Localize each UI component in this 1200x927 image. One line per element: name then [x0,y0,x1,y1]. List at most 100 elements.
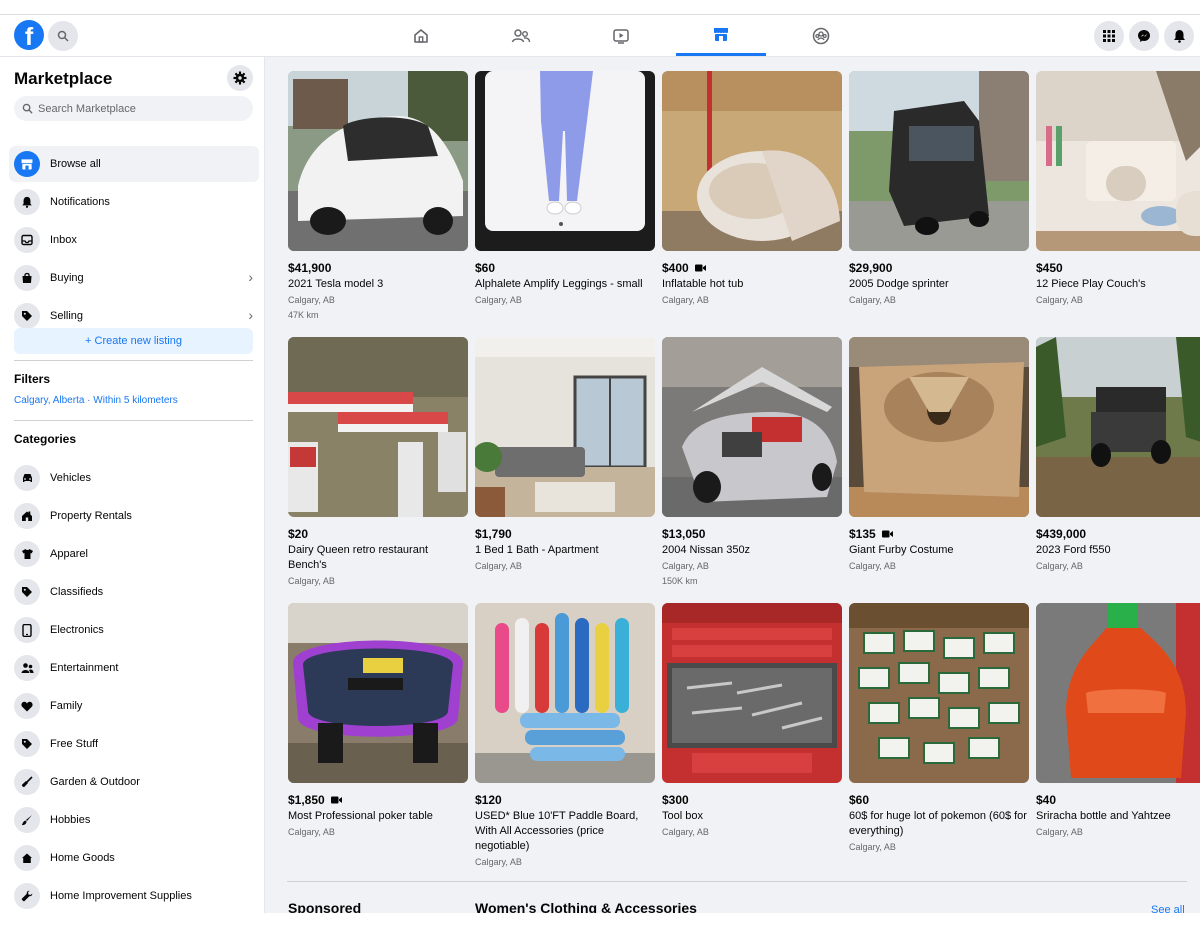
listing-card[interactable]: $60 60$ for huge lot of pokemon (60$ for… [849,603,1029,854]
listing-photo[interactable] [849,603,1029,783]
wrench-icon [14,883,40,909]
search-placeholder: Search Marketplace [38,102,136,115]
listing-photo[interactable] [849,71,1029,251]
listing-title: Sriracha bottle and Yahtzee [1036,810,1171,822]
divider [14,360,253,361]
listing-photo[interactable] [288,603,468,783]
settings-button[interactable] [227,65,253,91]
sidebar-item-label: Buying [50,272,84,284]
listing-price-text: $400 [662,261,689,275]
listing-photo[interactable] [475,603,655,783]
listing-photo[interactable] [849,337,1029,517]
listing-title: Inflatable hot tub [662,278,744,290]
listing-card[interactable]: $120 USED* Blue 10'FT Paddle Board, With… [475,603,655,869]
sidebar-item-notifications[interactable]: Notifications [9,184,259,220]
tab-home[interactable] [376,15,466,56]
tab-groups[interactable] [776,15,866,56]
listing-price-text: $120 [475,793,502,807]
category-family[interactable]: Family [9,688,259,724]
menu-button[interactable] [1094,21,1124,51]
listing-card[interactable]: $400 Inflatable hot tub Calgary, AB [662,71,842,307]
category-hobbies[interactable]: Hobbies [9,802,259,838]
storefront-icon [14,151,40,177]
listing-photo[interactable] [288,337,468,517]
listing-photo[interactable] [662,71,842,251]
listing-photo[interactable] [1036,603,1200,783]
section-title: Women's Clothing & Accessories [475,900,697,913]
category-vehicles[interactable]: Vehicles [9,460,259,496]
facebook-logo[interactable]: f [14,20,44,50]
search-marketplace-input[interactable]: Search Marketplace [14,96,253,121]
inbox-icon [14,227,40,253]
home-icon [414,28,428,43]
listing-photo[interactable] [288,71,468,251]
messenger-button[interactable] [1129,21,1159,51]
listing-card[interactable]: $13,050 2004 Nissan 350z Calgary, AB 150… [662,337,842,588]
category-free-stuff[interactable]: Free Stuff [9,726,259,762]
section-divider [287,881,1187,882]
category-property-rentals[interactable]: Property Rentals [9,498,259,534]
watch-icon [613,28,629,44]
listing-title: 1 Bed 1 Bath - Apartment [475,544,599,556]
listing-price-text: $40 [1036,793,1057,807]
gear-icon [233,71,247,85]
listing-card[interactable]: $20 Dairy Queen retro restaurant Bench's… [288,337,468,588]
listing-card[interactable]: $1,790 1 Bed 1 Bath - Apartment Calgary,… [475,337,655,573]
listing-card[interactable]: $40 Sriracha bottle and Yahtzee Calgary,… [1036,603,1200,839]
sidebar-item-inbox[interactable]: Inbox [9,222,259,258]
category-label: Garden & Outdoor [50,776,140,788]
listing-location: Calgary, AB [662,561,709,571]
category-garden-outdoor[interactable]: Garden & Outdoor [9,764,259,800]
listing-title: USED* Blue 10'FT Paddle Board, With All … [475,810,639,852]
listing-photo[interactable] [475,71,655,251]
listing-location: Calgary, AB [475,561,522,571]
listing-photo[interactable] [1036,337,1200,517]
listing-title: 2005 Dodge sprinter [849,278,949,290]
create-new-listing-button[interactable]: + Create new listing [14,328,253,354]
category-home-goods[interactable]: Home Goods [9,840,259,876]
location-filter-link[interactable]: Calgary, Alberta · Within 5 kilometers [14,395,178,406]
listing-photo[interactable] [1036,71,1200,251]
sriracha-bottle-photo [1036,603,1200,783]
home-icon [14,845,40,871]
see-all-link[interactable]: See all [1151,904,1185,913]
category-home-improvement[interactable]: Home Improvement Supplies [9,878,259,913]
category-classifieds[interactable]: Classifieds [9,574,259,610]
tab-marketplace[interactable] [676,15,766,56]
listing-card[interactable]: $135 Giant Furby Costume Calgary, AB [849,337,1029,573]
sidebar-title: Marketplace [14,69,113,88]
listing-photo[interactable] [662,337,842,517]
listing-card[interactable]: $60 Alphalete Amplify Leggings - small C… [475,71,655,307]
sidebar-item-browse-all[interactable]: Browse all [9,146,259,182]
listing-card[interactable]: $29,900 2005 Dodge sprinter Calgary, AB [849,71,1029,307]
category-entertainment[interactable]: Entertainment [9,650,259,686]
category-electronics[interactable]: Electronics [9,612,259,648]
listing-card[interactable]: $450 12 Piece Play Couch's Calgary, AB [1036,71,1200,307]
listing-photo[interactable] [475,337,655,517]
notifications-button[interactable] [1164,21,1194,51]
chevron-right-icon: › [248,269,253,285]
sidebar-item-buying[interactable]: Buying › [9,260,259,296]
listing-price: $60 [849,793,1029,807]
tab-friends[interactable] [476,15,566,56]
listing-card[interactable]: $300 Tool box Calgary, AB [662,603,842,839]
listing-card[interactable]: $439,000 2023 Ford f550 Calgary, AB [1036,337,1200,573]
listing-price-text: $300 [662,793,689,807]
listing-photo[interactable] [662,603,842,783]
facebook-logo-letter: f [24,23,34,50]
listing-price: $1,790 [475,527,655,541]
divider [14,420,253,421]
search-button[interactable] [48,21,78,51]
search-icon [22,103,33,114]
category-apparel[interactable]: Apparel [9,536,259,572]
top-navigation-bar: f [0,15,1200,57]
listing-title: Dairy Queen retro restaurant Bench's [288,544,429,571]
listing-price-text: $450 [1036,261,1063,275]
listing-title: 2004 Nissan 350z [662,544,751,556]
brush-icon [14,807,40,833]
tab-watch[interactable] [576,15,666,56]
video-icon [881,530,893,538]
bell-icon [14,189,40,215]
listing-card[interactable]: $1,850 Most Professional poker table Cal… [288,603,468,839]
listing-card[interactable]: $41,900 2021 Tesla model 3 Calgary, AB 4… [288,71,468,322]
